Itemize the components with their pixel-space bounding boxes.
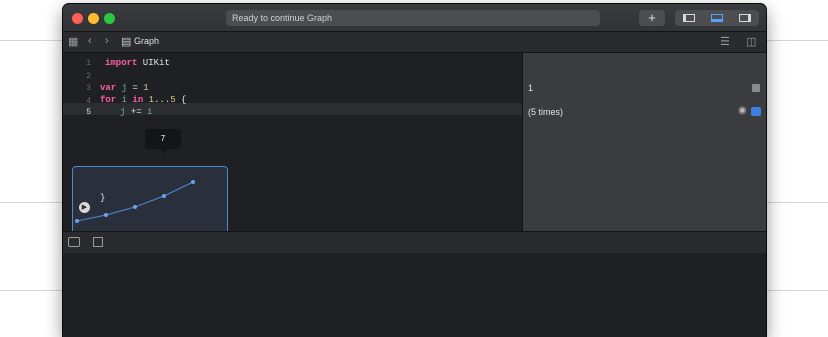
inline-result-graph[interactable] — [72, 166, 228, 238]
graph-point[interactable] — [75, 219, 79, 223]
show-result-icon[interactable] — [751, 107, 761, 116]
chevron-right-icon[interactable]: › — [105, 35, 109, 47]
close-window-button[interactable] — [72, 13, 83, 24]
debug-panel-icon — [711, 14, 723, 22]
variable-j: j — [116, 83, 128, 93]
play-icon[interactable]: ▶ — [79, 202, 90, 213]
grid-icon[interactable]: ▦ — [68, 35, 78, 48]
breadcrumb-file[interactable]: Graph — [134, 36, 159, 46]
result-line-5: (5 times) — [528, 107, 564, 117]
keyword-in: in — [127, 95, 144, 105]
toggle-navigator-button[interactable] — [675, 10, 703, 26]
keyword-var: var — [100, 83, 117, 93]
navigator-panel-icon — [683, 14, 695, 22]
graph-value-tooltip: 7 — [145, 129, 181, 153]
open-brace: { — [175, 95, 187, 105]
results-sidebar: 1 (5 times) ◉ — [522, 53, 766, 231]
line-number: 5 — [86, 108, 91, 117]
line-number: 2 — [86, 72, 91, 81]
module-name: UIKit — [137, 58, 170, 68]
number-literal: 1 — [143, 83, 149, 93]
code-line-4: for i in 1...5 { — [100, 95, 186, 105]
title-bar: Ready to continue Graph + — [63, 4, 766, 32]
inspector-panel-icon — [739, 14, 751, 22]
line-number: 4 — [86, 97, 91, 106]
hide-debug-area-icon[interactable] — [68, 237, 80, 247]
code-line-1: import UIKit — [105, 58, 170, 68]
code-line-5: j += i — [120, 107, 152, 117]
activity-status: Ready to continue Graph — [226, 10, 600, 26]
clear-console-icon[interactable] — [93, 237, 103, 247]
show-result-icon[interactable] — [752, 84, 760, 92]
assign-operator: = — [127, 83, 144, 93]
graph-point[interactable] — [133, 205, 137, 209]
minimize-window-button[interactable] — [88, 13, 99, 24]
split-editor-icon[interactable]: ◫ — [746, 35, 756, 48]
graph-line — [76, 181, 194, 222]
toggle-inspector-button[interactable] — [731, 10, 759, 26]
jump-bar: ▦ ‹ › ▤ Graph ☰ ◫ — [63, 32, 766, 53]
graph-point[interactable] — [162, 194, 166, 198]
value-history-graph — [75, 180, 195, 223]
view-toggle-group — [675, 10, 759, 26]
line-number: 3 — [86, 84, 91, 93]
graph-point[interactable] — [191, 180, 195, 184]
result-line-3: 1 — [528, 83, 534, 93]
keyword-import: import — [105, 58, 138, 68]
add-assign-operator: += — [125, 107, 148, 117]
range-operator: ... — [154, 95, 171, 105]
console-area[interactable] — [63, 253, 766, 337]
variable-i: i — [116, 95, 128, 105]
add-library-button[interactable]: + — [639, 10, 665, 26]
debug-bar — [63, 231, 766, 254]
variable-i: i — [147, 107, 153, 117]
swift-file-icon: ▤ — [121, 36, 132, 48]
chevron-left-icon[interactable]: ‹ — [88, 35, 92, 47]
code-line-3: var j = 1 — [100, 83, 149, 93]
keyword-for: for — [100, 95, 117, 105]
quick-look-eye-icon[interactable]: ◉ — [738, 105, 747, 116]
editor-options-icon[interactable]: ☰ — [720, 35, 730, 48]
range-start: 1 — [143, 95, 155, 105]
toggle-debug-area-button[interactable] — [703, 10, 731, 26]
playground-window: Ready to continue Graph + ▦ ‹ › ▤ Graph … — [63, 4, 766, 337]
source-editor[interactable]: 1 2 3 4 5 6 import UIKit var j = 1 for i… — [63, 53, 522, 238]
line-number: 1 — [86, 59, 91, 68]
graph-point[interactable] — [104, 213, 108, 217]
zoom-window-button[interactable] — [104, 13, 115, 24]
code-line-6: } — [100, 193, 106, 203]
